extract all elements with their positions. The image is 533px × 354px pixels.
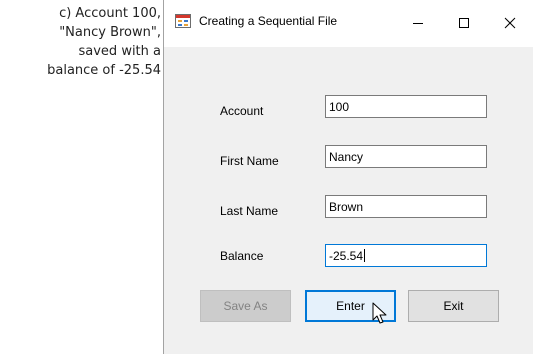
window-title: Creating a Sequential File: [199, 14, 338, 28]
figure-caption: c) Account 100, "Nancy Brown", saved wit…: [0, 4, 161, 80]
caption-line: saved with a: [78, 44, 162, 59]
minimize-icon: [413, 23, 423, 24]
account-label: Account: [220, 104, 264, 118]
last-name-value: Brown: [329, 200, 364, 214]
close-icon: [504, 17, 516, 29]
caption-line: balance of -25.54: [47, 63, 161, 78]
first-name-field[interactable]: Nancy: [325, 145, 487, 168]
minimize-button[interactable]: [395, 8, 441, 38]
balance-label: Balance: [220, 249, 264, 263]
balance-field[interactable]: -25.54: [325, 244, 487, 267]
mouse-pointer-icon: [372, 302, 387, 324]
exit-button[interactable]: Exit: [408, 290, 499, 322]
save-as-button[interactable]: Save As: [200, 290, 291, 322]
account-field[interactable]: 100: [325, 95, 487, 118]
caption-line: "Nancy Brown",: [59, 25, 161, 40]
title-bar[interactable]: Creating a Sequential File: [164, 0, 533, 47]
app-window: Creating a Sequential File Account 100 F…: [163, 0, 533, 354]
maximize-icon: [459, 18, 469, 28]
last-name-label: Last Name: [220, 204, 279, 218]
maximize-button[interactable]: [441, 8, 487, 38]
balance-value: -25.54: [329, 249, 364, 263]
first-name-value: Nancy: [329, 150, 364, 164]
account-value: 100: [329, 100, 350, 114]
form-app-icon: [175, 14, 191, 28]
caption-line: c) Account 100,: [59, 6, 161, 21]
last-name-field[interactable]: Brown: [325, 195, 487, 218]
close-button[interactable]: [487, 8, 533, 38]
first-name-label: First Name: [220, 154, 279, 168]
text-caret: [364, 249, 366, 262]
